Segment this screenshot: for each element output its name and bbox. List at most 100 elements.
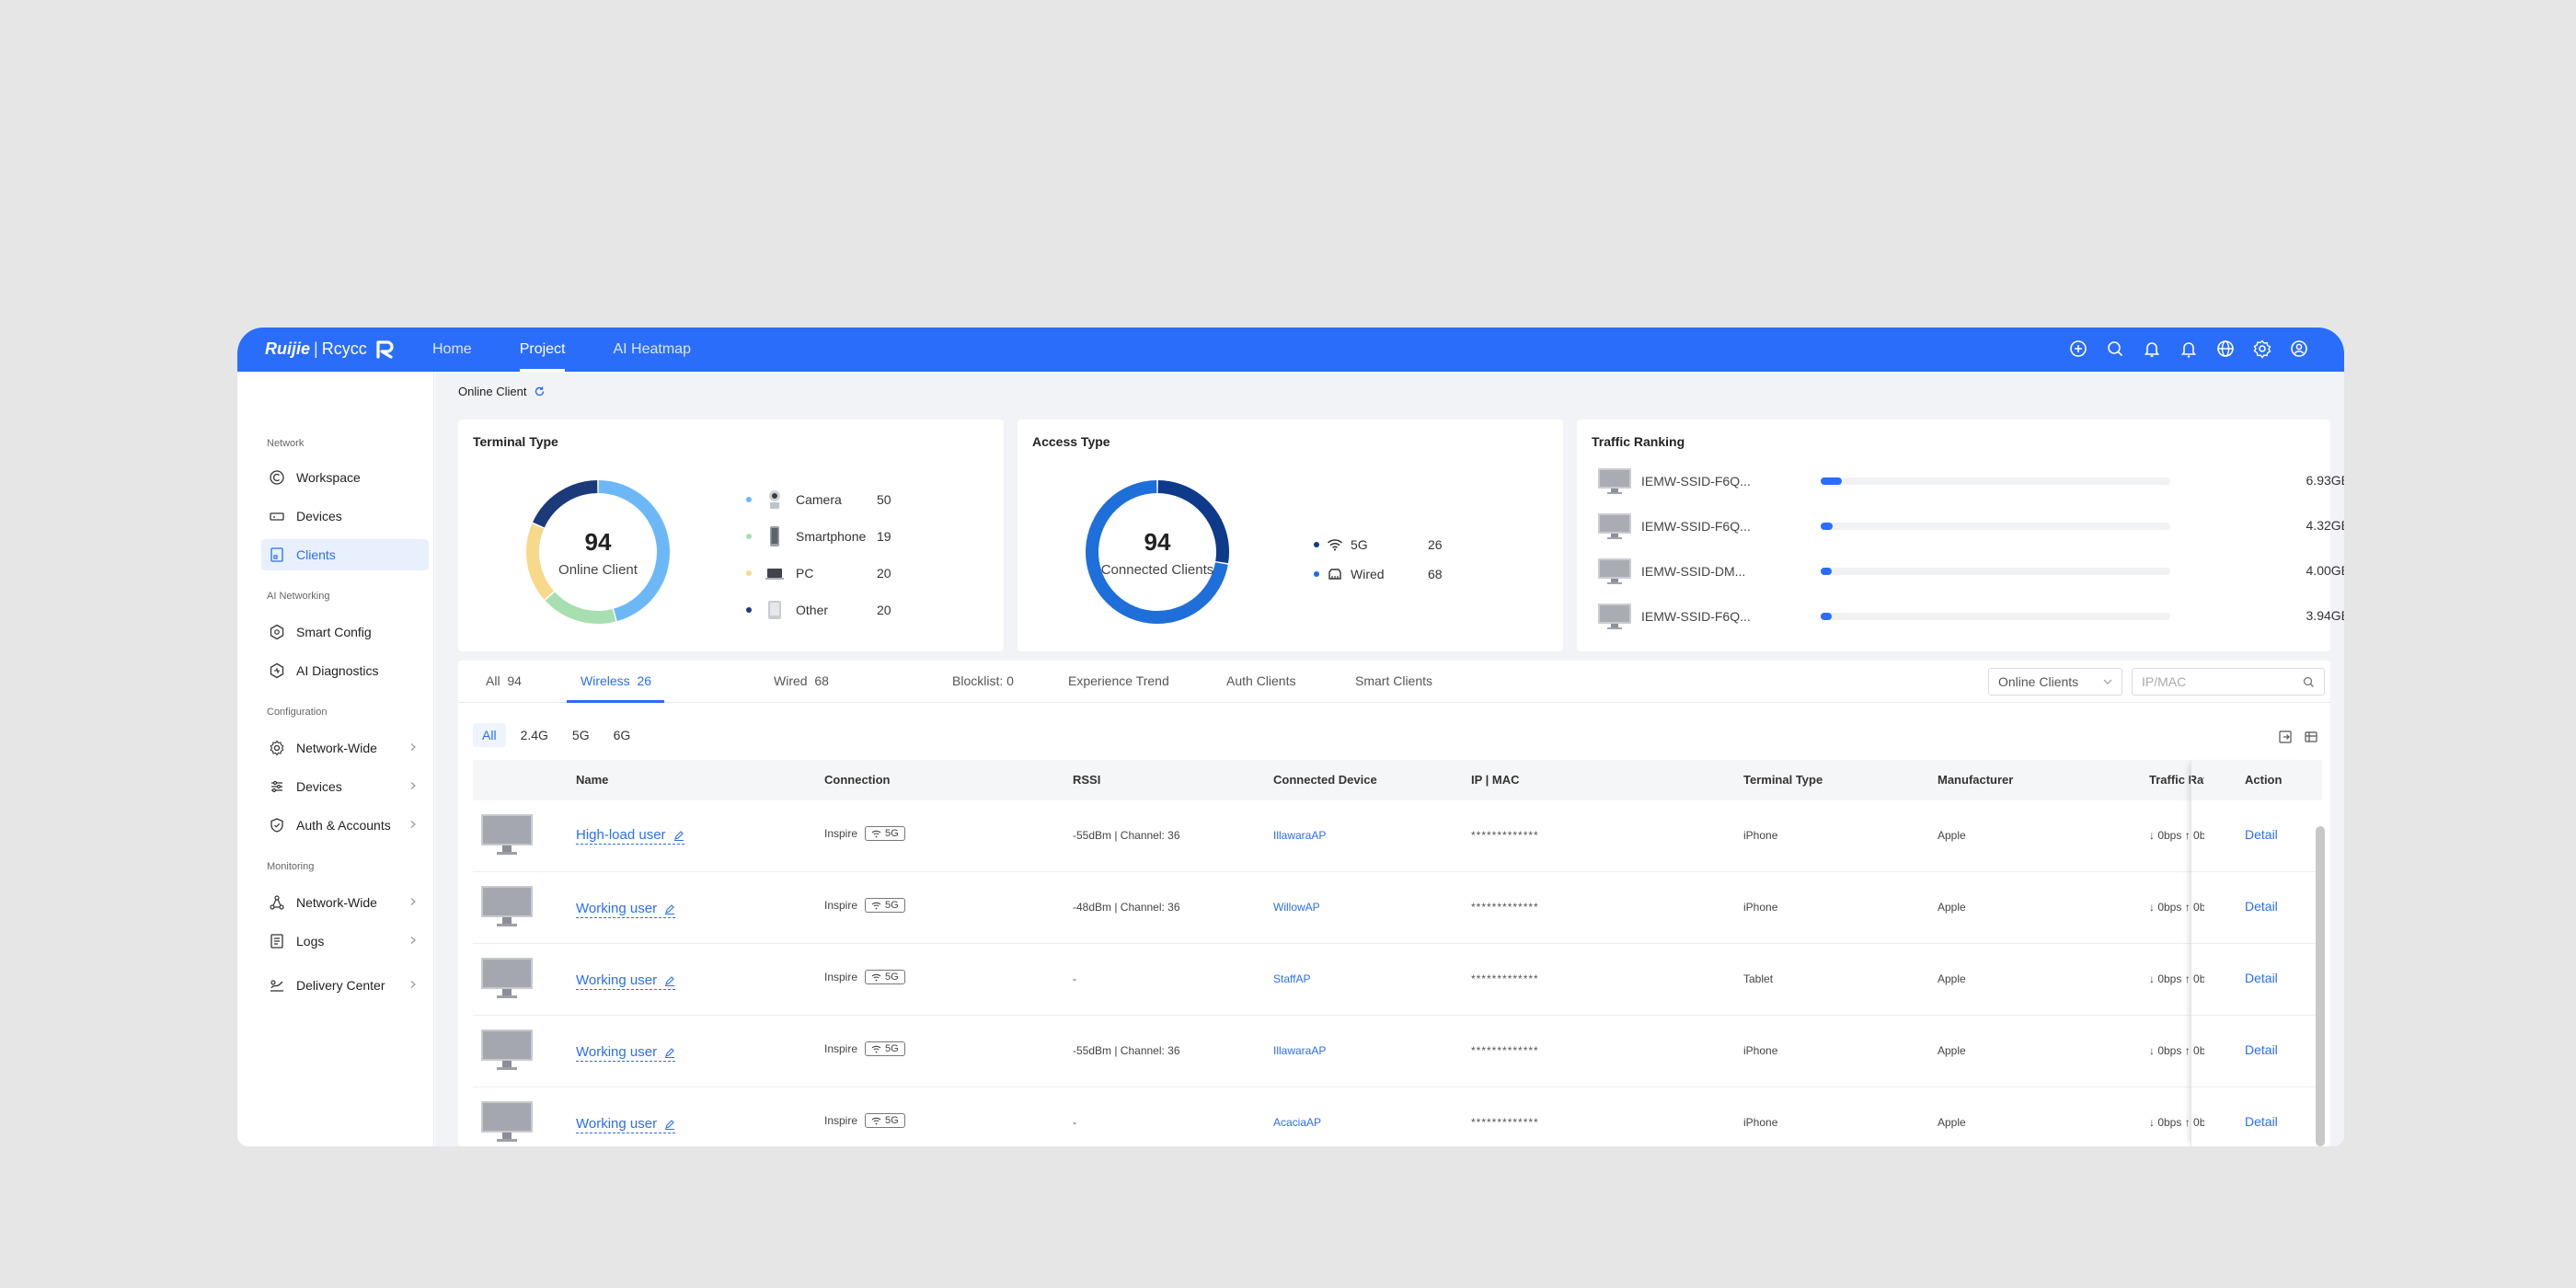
sidebar-item-network-wide[interactable]: Network-Wide xyxy=(261,732,429,764)
sidebar-item-ai-diagnostics[interactable]: AI Diagnostics xyxy=(261,655,429,686)
table-row[interactable]: Working user Inspire 5G -55dBm | Channel… xyxy=(473,1016,2322,1087)
ssid-name: Inspire xyxy=(824,827,858,840)
manufacturer-cell: Apple xyxy=(1938,1116,1966,1129)
sidebar-item-config-devices[interactable]: Devices xyxy=(261,771,429,802)
tab-all[interactable]: All 94 xyxy=(486,673,522,688)
nav-project[interactable]: Project xyxy=(519,328,565,372)
sidebar-item-smart-config[interactable]: Smart Config xyxy=(261,616,429,648)
sidebar-item-label: Devices xyxy=(296,509,342,523)
manufacturer-cell: Apple xyxy=(1938,1044,1966,1057)
connected-device-link[interactable]: WillowAP xyxy=(1273,901,1320,914)
donut-slice-smartphone[interactable] xyxy=(545,592,616,624)
ip-mac-cell: ************* xyxy=(1471,901,1539,914)
band-all[interactable]: All xyxy=(473,723,506,747)
table-scrollbar[interactable] xyxy=(2316,826,2325,1146)
tab-wireless[interactable]: Wireless 26 xyxy=(581,673,651,688)
ssid-name: Inspire xyxy=(824,971,858,983)
col-name[interactable]: Name xyxy=(576,773,608,787)
traffic-rank-row[interactable]: IEMW-SSID-DM... xyxy=(1597,558,1825,585)
column-settings-icon[interactable] xyxy=(2303,729,2319,745)
legend-label: Other xyxy=(796,603,829,617)
main-content: Online Client Terminal Type 94 Online Cl… xyxy=(435,372,2344,1146)
tab-experience-trend[interactable]: Experience Trend xyxy=(1068,673,1169,688)
connected-device-link[interactable]: StaffAP xyxy=(1273,972,1310,985)
monitor-icon xyxy=(481,958,533,998)
band-badge: 5G xyxy=(865,1113,905,1128)
plus-circle-icon[interactable] xyxy=(2068,339,2088,359)
bell-icon[interactable] xyxy=(2142,339,2162,359)
chevron-right-icon xyxy=(410,937,416,944)
tab-smart-clients[interactable]: Smart Clients xyxy=(1355,673,1432,688)
chevron-right-icon xyxy=(410,743,416,751)
table-row[interactable]: Working user Inspire 5G -48dBm | Channel… xyxy=(473,872,2322,944)
client-name-link[interactable]: Working user xyxy=(576,901,676,918)
connected-device-link[interactable]: AcaciaAP xyxy=(1273,1116,1321,1129)
sidebar-item-monitoring-network-wide[interactable]: Network-Wide xyxy=(261,887,429,918)
workspace-icon xyxy=(270,470,284,485)
tab-wired[interactable]: Wired 68 xyxy=(774,673,829,688)
band-6g[interactable]: 6G xyxy=(604,723,640,747)
gear-icon[interactable] xyxy=(2252,339,2272,359)
tab-auth-clients[interactable]: Auth Clients xyxy=(1226,673,1295,688)
manufacturer-cell: Apple xyxy=(1938,972,1966,985)
tab-blocklist[interactable]: Blocklist: 0 xyxy=(952,673,1014,688)
traffic-rank-value: 6.93GB xyxy=(2306,473,2344,488)
table-row[interactable]: Working user Inspire 5G - StaffAP ******… xyxy=(473,944,2322,1016)
sidebar-item-auth-accounts[interactable]: Auth & Accounts xyxy=(261,810,429,841)
col-ip-mac[interactable]: IP | MAC xyxy=(1471,773,1520,787)
traffic-rank-value: 4.00GB xyxy=(2306,563,2344,578)
legend-dot xyxy=(746,534,752,539)
donut-total-label: Connected Clients xyxy=(1100,562,1214,578)
user-icon[interactable] xyxy=(2289,339,2309,359)
edit-icon[interactable] xyxy=(673,830,684,841)
donut-slice-other[interactable] xyxy=(533,480,598,528)
brand-logo[interactable]: Ruijie | Rcycc xyxy=(265,337,397,361)
nav-ai-heatmap[interactable]: AI Heatmap xyxy=(613,328,690,372)
traffic-rank-row[interactable]: IEMW-SSID-F6Q... xyxy=(1597,512,1825,540)
client-name-link[interactable]: Working user xyxy=(576,972,676,990)
traffic-rank-row[interactable]: IEMW-SSID-F6Q... xyxy=(1597,603,1825,630)
sidebar-item-logs[interactable]: Logs xyxy=(261,926,429,957)
edit-icon[interactable] xyxy=(664,1047,675,1058)
ip-mac-search-input[interactable]: IP/MAC xyxy=(2132,668,2325,696)
traffic-rank-bar xyxy=(1821,568,2170,575)
edit-icon[interactable] xyxy=(664,903,675,914)
client-name-link[interactable]: Working user xyxy=(576,1044,676,1062)
edit-icon[interactable] xyxy=(664,1119,675,1130)
client-status-select[interactable]: Online Clients xyxy=(1988,668,2122,696)
table-row[interactable]: Working user Inspire 5G - AcaciaAP *****… xyxy=(473,1087,2322,1146)
monitor-icon xyxy=(1598,558,1631,584)
connected-device-link[interactable]: IllawaraAP xyxy=(1273,1044,1326,1057)
laptop-icon xyxy=(765,569,784,580)
band-5g[interactable]: 5G xyxy=(563,723,599,747)
traffic-rank-fill xyxy=(1821,568,1833,575)
card-title: Traffic Ranking xyxy=(1592,434,1685,449)
client-name-link[interactable]: Working user xyxy=(576,1116,676,1133)
legend-value: 68 xyxy=(1428,567,1443,581)
traffic-rank-row[interactable]: IEMW-SSID-F6Q... xyxy=(1597,467,1825,495)
band-2-4g[interactable]: 2.4G xyxy=(512,723,558,747)
sidebar-item-clients[interactable]: Clients xyxy=(261,539,429,570)
nav-home[interactable]: Home xyxy=(432,328,472,372)
export-icon[interactable] xyxy=(2277,729,2294,745)
notification-icon[interactable] xyxy=(2179,339,2199,359)
col-terminal-type[interactable]: Terminal Type xyxy=(1743,773,1823,787)
refresh-icon[interactable] xyxy=(534,385,546,397)
search-icon[interactable] xyxy=(2105,339,2125,359)
col-rssi[interactable]: RSSI xyxy=(1073,773,1100,787)
client-name-link[interactable]: High-load user xyxy=(576,827,684,845)
legend-dot xyxy=(1314,542,1319,547)
col-connected-device[interactable]: Connected Device xyxy=(1273,773,1377,787)
sidebar-item-devices[interactable]: Devices xyxy=(261,500,429,532)
search-icon[interactable] xyxy=(2303,676,2315,688)
edit-icon[interactable] xyxy=(664,975,675,986)
globe-icon[interactable] xyxy=(2215,339,2236,359)
col-connection[interactable]: Connection xyxy=(824,773,891,787)
connected-device-link[interactable]: IllawaraAP xyxy=(1273,829,1326,842)
terminal-type-cell: iPhone xyxy=(1743,829,1778,842)
select-value: Online Clients xyxy=(1998,674,2079,689)
sidebar-item-workspace[interactable]: Workspace xyxy=(261,462,429,493)
sidebar-item-delivery-center[interactable]: Delivery Center xyxy=(261,970,429,1001)
col-manufacturer[interactable]: Manufacturer xyxy=(1938,773,2013,787)
table-row[interactable]: High-load user Inspire 5G -55dBm | Chann… xyxy=(473,800,2322,872)
